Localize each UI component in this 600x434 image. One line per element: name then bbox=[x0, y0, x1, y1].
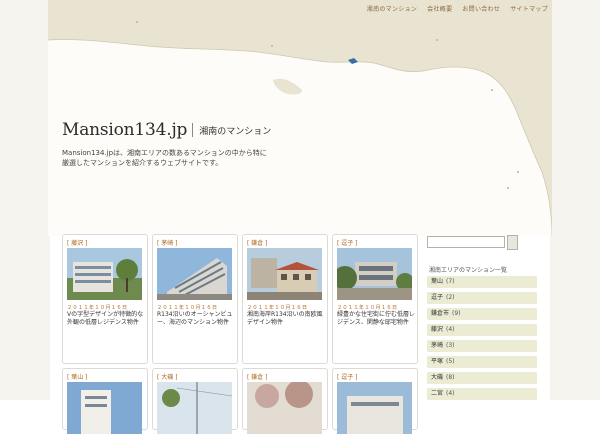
category-count: (7) bbox=[446, 278, 455, 285]
category-item[interactable]: 平塚 (5) bbox=[427, 356, 537, 368]
post-thumbnail[interactable] bbox=[337, 382, 412, 434]
site-tagline: 湘南のマンション bbox=[199, 126, 272, 137]
category-item[interactable]: 藤沢 (4) bbox=[427, 324, 537, 336]
post-category[interactable]: [ 大磯 ] bbox=[157, 372, 178, 381]
category-label: 藤沢 bbox=[431, 326, 444, 333]
post-card[interactable]: [ 葉山 ] bbox=[62, 368, 148, 434]
post-thumbnail[interactable] bbox=[247, 248, 322, 300]
post-card[interactable]: [ 茅崎 ] ２０１１年１０月１６日 R134沿いのオーシャンビュー、海辺のマン… bbox=[152, 234, 238, 364]
post-thumbnail[interactable] bbox=[67, 382, 142, 434]
category-label: 逗子 bbox=[431, 294, 444, 301]
category-label: 大磯 bbox=[431, 374, 444, 381]
post-category[interactable]: [ 逗子 ] bbox=[337, 238, 358, 247]
post-category[interactable]: [ 茅崎 ] bbox=[157, 238, 178, 247]
left-margin bbox=[0, 0, 50, 400]
category-item[interactable]: 逗子 (2) bbox=[427, 292, 537, 304]
post-title[interactable]: 湘南海岸R134沿いの南欧風デザイン物件 bbox=[247, 311, 325, 327]
category-list: 葉山 (7) 逗子 (2) 鎌倉市 (9) 藤沢 (4) 茅崎 (3) 平塚 (5) 大磯(… bbox=[427, 276, 537, 404]
post-title[interactable]: 緑豊かな住宅街に佇む低層レジデンス、閑静な邸宅物件 bbox=[337, 311, 415, 327]
page: 湘南のマンション 会社概要 お問い合わせ サイトマップ Mansion134.j… bbox=[0, 0, 600, 434]
category-count: (9) bbox=[452, 310, 461, 317]
nav-link-company[interactable]: 会社概要 bbox=[427, 4, 452, 13]
logo-divider bbox=[192, 123, 194, 137]
post-category[interactable]: [ 逗子 ] bbox=[337, 372, 358, 381]
post-thumbnail[interactable] bbox=[157, 382, 232, 434]
category-count: (2) bbox=[446, 294, 455, 301]
top-navigation: 湘南のマンション 会社概要 お問い合わせ サイトマップ bbox=[367, 4, 548, 13]
nav-link-sitemap[interactable]: サイトマップ bbox=[510, 4, 548, 13]
shonan-coast-map bbox=[48, 0, 552, 236]
category-count: (8) bbox=[446, 374, 455, 381]
category-label: 鎌倉市 bbox=[431, 310, 450, 317]
category-count: (5) bbox=[446, 358, 455, 365]
category-count: (4) bbox=[446, 390, 455, 397]
site-brand: Mansion134.jp 湘南のマンション bbox=[62, 120, 271, 140]
search-input[interactable] bbox=[427, 236, 505, 248]
category-item[interactable]: 二宮 (4) bbox=[427, 388, 537, 400]
post-thumbnail[interactable] bbox=[157, 248, 232, 300]
category-item[interactable]: 葉山 (7) bbox=[427, 276, 537, 288]
post-thumbnail[interactable] bbox=[247, 382, 322, 434]
nav-link-contact[interactable]: お問い合わせ bbox=[462, 4, 500, 13]
post-category[interactable]: [ 鎌倉 ] bbox=[247, 372, 268, 381]
post-title[interactable]: R134沿いのオーシャンビュー、海辺のマンション物件 bbox=[157, 311, 235, 327]
post-thumbnail[interactable] bbox=[67, 248, 142, 300]
search-button[interactable] bbox=[507, 235, 518, 250]
post-date: ２０１１年１０月１６日 bbox=[67, 305, 128, 311]
category-label: 茅崎 bbox=[431, 342, 444, 349]
post-title[interactable]: Vの字型デザインが特徴的な外観の低層レジデンス物件 bbox=[67, 311, 145, 327]
category-item[interactable]: 茅崎 (3) bbox=[427, 340, 537, 352]
site-description: Mansion134.jpは、湘南エリアの数あるマンションの中から特に厳選したマ… bbox=[62, 149, 267, 167]
site-logo[interactable]: Mansion134.jp bbox=[62, 120, 187, 140]
post-category[interactable]: [ 藤沢 ] bbox=[67, 238, 88, 247]
post-thumbnail[interactable] bbox=[337, 248, 412, 300]
post-date: ２０１１年１０月１６日 bbox=[157, 305, 218, 311]
category-label: 葉山 bbox=[431, 278, 444, 285]
category-count: (3) bbox=[446, 342, 455, 349]
post-date: ２０１１年１０月１６日 bbox=[247, 305, 308, 311]
right-margin bbox=[550, 0, 600, 400]
category-item[interactable]: 鎌倉市 (9) bbox=[427, 308, 537, 320]
nav-link-home[interactable]: 湘南のマンション bbox=[367, 4, 417, 13]
category-label: 二宮 bbox=[431, 390, 444, 397]
post-card[interactable]: [ 逗子 ] bbox=[332, 368, 418, 434]
category-count: (4) bbox=[446, 326, 455, 333]
post-category[interactable]: [ 葉山 ] bbox=[67, 372, 88, 381]
post-card[interactable]: [ 大磯 ] bbox=[152, 368, 238, 434]
post-card[interactable]: [ 鎌倉 ] ２０１１年１０月１６日 湘南海岸R134沿いの南欧風デザイン物件 bbox=[242, 234, 328, 364]
post-date: ２０１１年１０月１６日 bbox=[337, 305, 398, 311]
category-label: 平塚 bbox=[431, 358, 444, 365]
category-heading: 湘南エリアのマンション一覧 bbox=[429, 267, 508, 274]
post-card[interactable]: [ 鎌倉 ] bbox=[242, 368, 328, 434]
post-category[interactable]: [ 鎌倉 ] bbox=[247, 238, 268, 247]
category-item[interactable]: 大磯 (8) bbox=[427, 372, 537, 384]
post-card[interactable]: [ 逗子 ] ２０１１年１０月１６日 緑豊かな住宅街に佇む低層レジデンス、閑静な… bbox=[332, 234, 418, 364]
post-card[interactable]: [ 藤沢 ] ２０１１年１０月１６日 Vの字型デザインが特徴的な外観の低層レジデ… bbox=[62, 234, 148, 364]
